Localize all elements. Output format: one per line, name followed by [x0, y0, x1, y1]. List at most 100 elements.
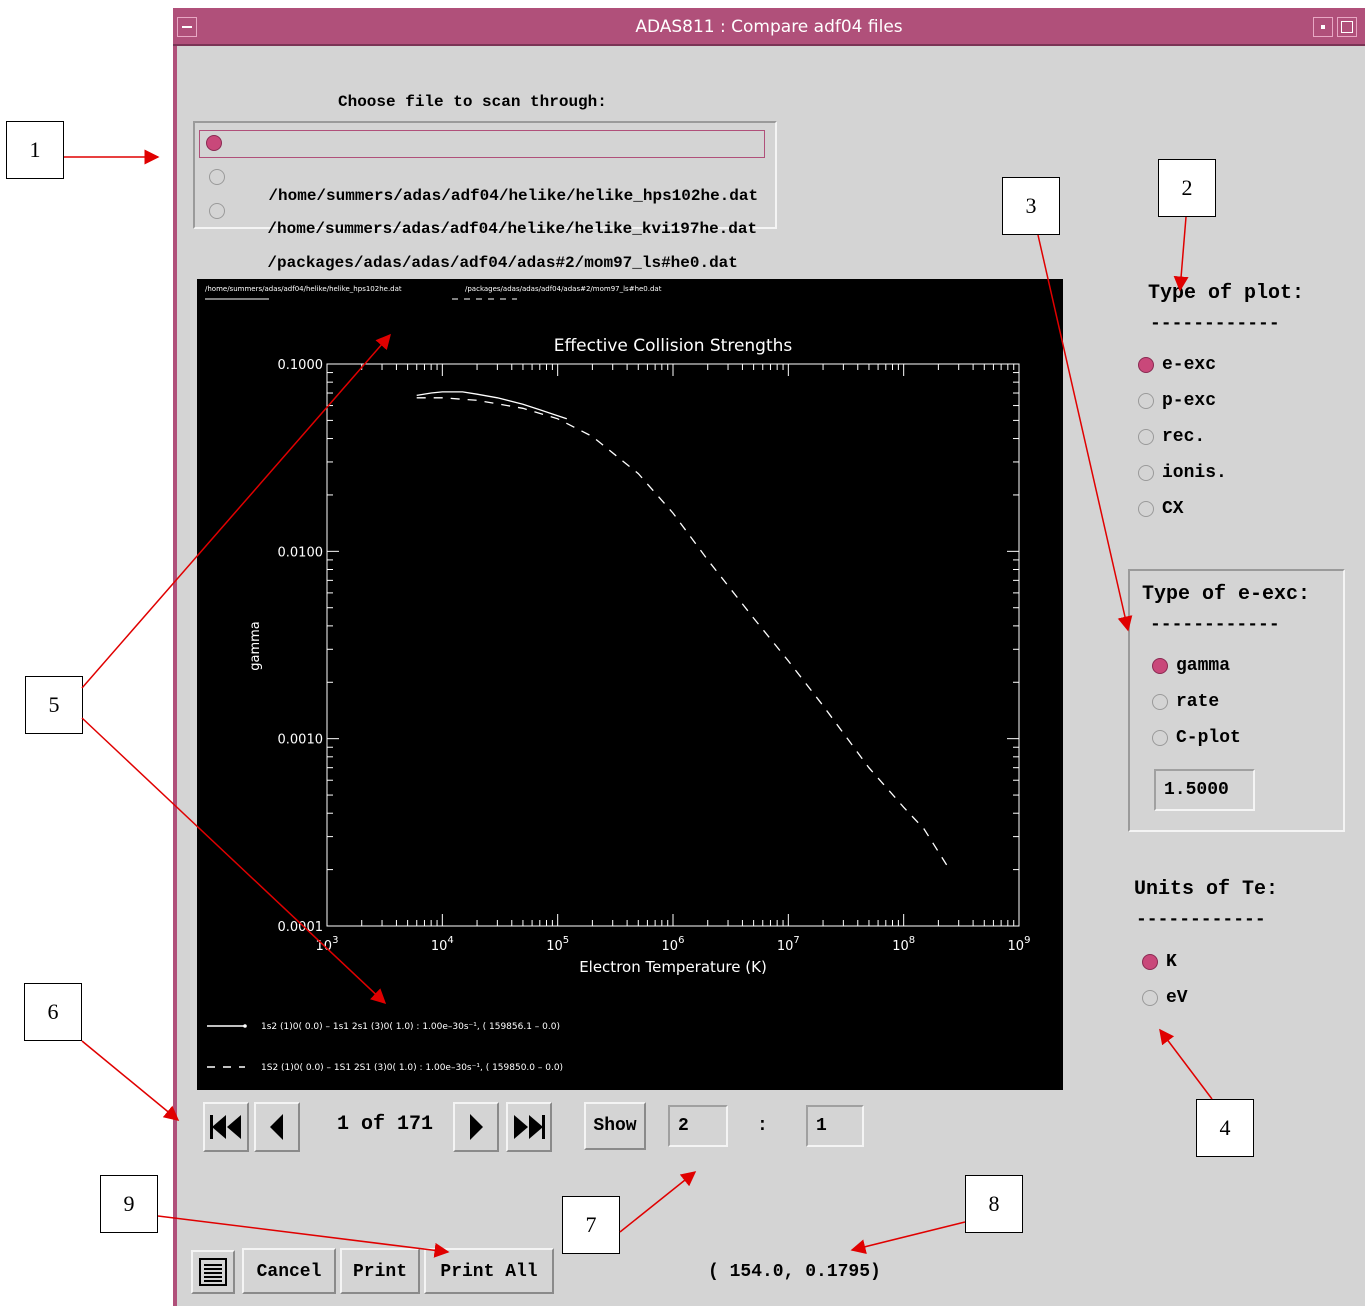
c-plot-value-input[interactable]: 1.5000	[1154, 769, 1255, 811]
radio-selected-icon	[1152, 658, 1168, 674]
option-label: C-plot	[1176, 728, 1241, 748]
arrow-6	[81, 1040, 180, 1121]
plot-type-label: Type of plot:	[1148, 282, 1305, 305]
x-tick-label: 109	[1008, 935, 1031, 954]
first-button[interactable]	[203, 1102, 249, 1152]
plot-type-separator: ------------	[1150, 314, 1280, 334]
axes-group: 103 104 105 106 107 108 109 0.0001 0.0010 0.0100 0…	[278, 358, 1031, 954]
option-label: K	[1166, 952, 1177, 972]
callout-9: 9	[100, 1175, 158, 1233]
title-bar[interactable]: ADAS811 : Compare adf04 files	[173, 8, 1365, 46]
previous-icon	[270, 1114, 283, 1140]
option-label: e-exc	[1162, 355, 1217, 375]
file-header-2: /packages/adas/adas/adf04/adas#2/mom97_l…	[465, 285, 662, 293]
x-tick-exponent: 4	[447, 935, 453, 946]
radio-icon	[1152, 694, 1168, 710]
option-label: CX	[1162, 499, 1184, 519]
file-option-3[interactable]: /packages/adas/adas/adf04/adas#2/mom97_l…	[203, 198, 738, 272]
callout-1: 1	[6, 121, 64, 179]
legend-marker	[243, 1024, 247, 1028]
minimize-button[interactable]	[1313, 17, 1333, 37]
te-units-k[interactable]: K	[1140, 951, 1177, 973]
x-tick-label: 103	[316, 935, 339, 954]
eexc-type-rate[interactable]: rate	[1150, 691, 1219, 713]
radio-icon	[209, 169, 225, 185]
x-tick-exponent: 9	[1024, 935, 1030, 946]
callout-4: 4	[1196, 1099, 1254, 1157]
plot-area[interactable]: /home/summers/adas/adf04/helike/helike_h…	[197, 279, 1063, 1090]
last-button[interactable]	[506, 1102, 552, 1152]
callout-3: 3	[1002, 177, 1060, 235]
te-units-separator: ------------	[1136, 910, 1266, 930]
plot-frame	[326, 363, 1020, 927]
x-axis-label: Electron Temperature (K)	[579, 958, 767, 976]
plot-type-ionis[interactable]: ionis.	[1136, 462, 1227, 484]
file-path: /packages/adas/adas/adf04/adas#2/mom97_l…	[267, 254, 738, 272]
cursor-readout: ( 154.0, 0.1795)	[708, 1262, 881, 1282]
legend-entry-1: 1s2 (1)0( 0.0) – 1s1 2s1 (3)0( 1.0) : 1.…	[261, 1022, 560, 1032]
eexc-type-label: Type of e-exc:	[1142, 583, 1311, 606]
y-tick-label: 0.0010	[278, 733, 324, 748]
print-all-button[interactable]: Print All	[424, 1248, 554, 1294]
minimize-icon	[1321, 25, 1325, 29]
series-line-2	[416, 397, 951, 870]
x-tick-exponent: 6	[678, 935, 684, 946]
y-tick-label: 0.0100	[278, 545, 324, 560]
lower-level-input[interactable]: 1	[806, 1105, 864, 1147]
list-icon	[199, 1258, 227, 1286]
page-counter: 1 of 171	[337, 1113, 434, 1136]
plot-type-pexc[interactable]: p-exc	[1136, 390, 1216, 412]
y-axis-label: gamma	[248, 621, 263, 671]
cancel-button[interactable]: Cancel	[242, 1248, 336, 1294]
option-label: p-exc	[1162, 391, 1217, 411]
x-tick-exponent: 5	[563, 935, 569, 946]
file-list: /home/summers/adas/adf04/helike/helike_h…	[193, 121, 777, 272]
x-tick-exponent: 8	[909, 935, 915, 946]
radio-icon	[1138, 465, 1154, 481]
option-label: gamma	[1176, 656, 1231, 676]
callout-2: 2	[1158, 159, 1216, 217]
radio-icon	[1138, 393, 1154, 409]
previous-button[interactable]	[254, 1102, 300, 1152]
radio-selected-icon	[1142, 954, 1158, 970]
file-header-1: /home/summers/adas/adf04/helike/helike_h…	[205, 285, 402, 293]
callout-7: 7	[562, 1196, 620, 1254]
option-label: eV	[1166, 988, 1188, 1008]
upper-level-input[interactable]: 2	[668, 1105, 728, 1147]
skip-first-icon	[210, 1115, 241, 1139]
series-group	[416, 391, 951, 870]
plot-type-rec[interactable]: rec.	[1136, 426, 1205, 448]
chart-svg: /home/summers/adas/adf04/helike/helike_h…	[205, 285, 1031, 1073]
skip-last-icon	[514, 1115, 545, 1139]
show-button[interactable]: Show	[584, 1102, 646, 1150]
x-tick-exponent: 3	[332, 935, 338, 946]
x-tick-label: 108	[892, 935, 915, 954]
te-units-ev[interactable]: eV	[1140, 987, 1188, 1009]
print-button[interactable]: Print	[340, 1248, 420, 1294]
radio-icon	[1138, 501, 1154, 517]
x-tick-label: 106	[662, 935, 685, 954]
x-tick-label: 107	[777, 935, 800, 954]
file-option-1[interactable]: /home/summers/adas/adf04/helike/helike_h…	[199, 130, 766, 205]
eexc-type-cplot[interactable]: C-plot	[1150, 727, 1241, 749]
y-tick-label: 0.1000	[278, 358, 324, 373]
callout-5: 5	[25, 676, 83, 734]
plot-type-cx[interactable]: CX	[1136, 498, 1184, 520]
plot-type-eexc[interactable]: e-exc	[1136, 354, 1216, 376]
menu-button[interactable]	[191, 1250, 235, 1294]
callout-6: 6	[24, 983, 82, 1041]
y-tick-label: 0.0001	[278, 920, 324, 935]
radio-selected-icon	[1138, 357, 1154, 373]
callout-8: 8	[965, 1175, 1023, 1233]
radio-icon	[1152, 730, 1168, 746]
file-option-2[interactable]: /home/summers/adas/adf04/helike/helike_k…	[203, 164, 757, 238]
x-tick-exponent: 7	[793, 935, 799, 946]
option-label: rec.	[1162, 427, 1206, 447]
maximize-button[interactable]	[1337, 17, 1357, 37]
option-label: ionis.	[1162, 463, 1227, 483]
next-button[interactable]	[453, 1102, 499, 1152]
radio-icon	[209, 203, 225, 219]
te-units-label: Units of Te:	[1134, 878, 1279, 901]
eexc-type-gamma[interactable]: gamma	[1150, 655, 1230, 677]
file-chooser-label: Choose file to scan through:	[338, 93, 607, 111]
